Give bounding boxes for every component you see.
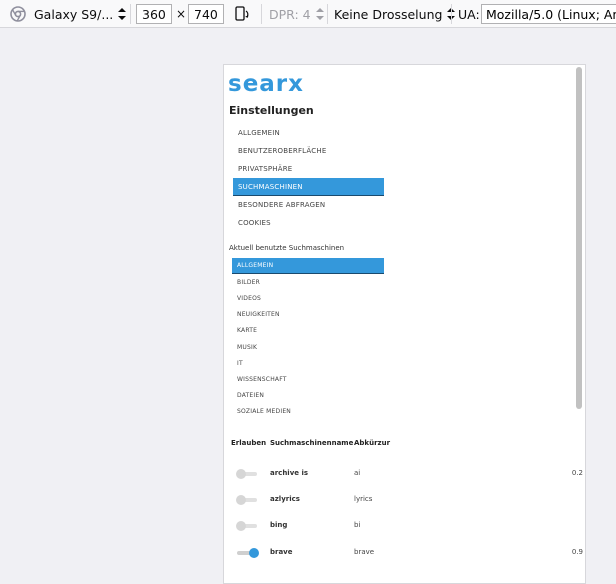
category-dateien[interactable]: DATEIEN [232,388,384,404]
viewport-height-input[interactable]: 740 [188,4,224,24]
column-header-allow: Erlauben [231,439,267,447]
category-musik[interactable]: MUSIK [232,339,384,355]
toolbar-divider [327,4,328,24]
engine-toggle[interactable] [236,495,257,505]
viewport-width-input[interactable]: 360 [136,4,172,24]
tab-cookies[interactable]: COOKIES [233,214,384,232]
table-row: archive is ai 0.2 [224,465,585,485]
engine-response-time: 0.2 [571,469,583,477]
tab-allgemein[interactable]: ALLGEMEIN [233,124,384,142]
category-videos[interactable]: VIDEOS [232,290,384,306]
engine-shortcut: lyrics [354,495,373,503]
tab-privatsphaere[interactable]: PRIVATSPHÄRE [233,160,384,178]
searx-logo[interactable]: searx [228,71,304,97]
dimension-separator: × [176,7,187,21]
device-viewport: searx Einstellungen ALLGEMEIN BENUTZEROB… [223,64,586,584]
updown-arrow-icon [315,8,324,20]
category-bilder[interactable]: BILDER [232,274,384,290]
rotate-viewport-icon[interactable] [233,5,251,23]
engine-name: bing [270,521,288,529]
category-tabs: ALLGEMEIN BILDER VIDEOS NEUIGKEITEN KART… [232,258,384,420]
user-agent-input[interactable]: Mozilla/5.0 (Linux; Android [481,4,616,24]
updown-arrow-icon [118,8,127,20]
category-wissenschaft[interactable]: WISSENSCHAFT [232,371,384,387]
category-allgemein[interactable]: ALLGEMEIN [232,258,384,275]
tab-benutzeroberflaeche[interactable]: BENUTZEROBERFLÄCHE [233,142,384,160]
ua-label: UA: [458,6,480,22]
toolbar-divider [451,4,452,24]
column-header-shortcut: Abkürzur [354,439,391,447]
category-karte[interactable]: KARTE [232,323,384,339]
chrome-icon [10,6,26,22]
device-select-label: Galaxy S9/... [34,6,114,22]
device-select[interactable]: Galaxy S9/... [34,0,127,28]
column-header-name: Suchmaschinenname [270,439,354,447]
viewport-scrollbar[interactable] [576,67,582,409]
tab-suchmaschinen[interactable]: SUCHMASCHINEN [233,178,384,196]
engine-toggle[interactable] [236,469,257,479]
responsive-toolbar: Galaxy S9/... 360 × 740 DPR: 4 Keine Dro… [0,0,616,28]
engine-name: azlyrics [270,495,300,503]
settings-tabs: ALLGEMEIN BENUTZEROBERFLÄCHE PRIVATSPHÄR… [233,124,384,232]
engine-response-time: 0.9 [571,548,583,556]
engine-name: brave [270,548,293,556]
category-soziale-medien[interactable]: SOZIALE MEDIEN [232,404,384,420]
toolbar-divider [130,4,131,24]
engine-toggle[interactable] [237,548,259,558]
table-row: brave brave 0.9 [224,544,585,564]
table-row: azlyrics lyrics [224,491,585,511]
dpr-select-label: DPR: 4 [269,6,311,22]
table-row: bing bi [224,517,585,537]
engine-shortcut: bi [354,521,361,529]
tab-besondere-abfragen[interactable]: BESONDERE ABFRAGEN [233,196,384,214]
dpr-select[interactable]: DPR: 4 [269,0,324,28]
engine-name: archive is [270,469,309,477]
engine-shortcut: brave [354,548,375,556]
page-title: Einstellungen [229,104,314,117]
category-it[interactable]: IT [232,355,384,371]
throttling-select-label: Keine Drosselung [334,6,443,22]
toolbar-divider [261,4,262,24]
engine-toggle[interactable] [236,521,257,531]
engine-shortcut: ai [354,469,361,477]
category-neuigkeiten[interactable]: NEUIGKEITEN [232,307,384,323]
engines-section-label: Aktuell benutzte Suchmaschinen [229,244,345,252]
throttling-select[interactable]: Keine Drosselung [334,0,456,28]
